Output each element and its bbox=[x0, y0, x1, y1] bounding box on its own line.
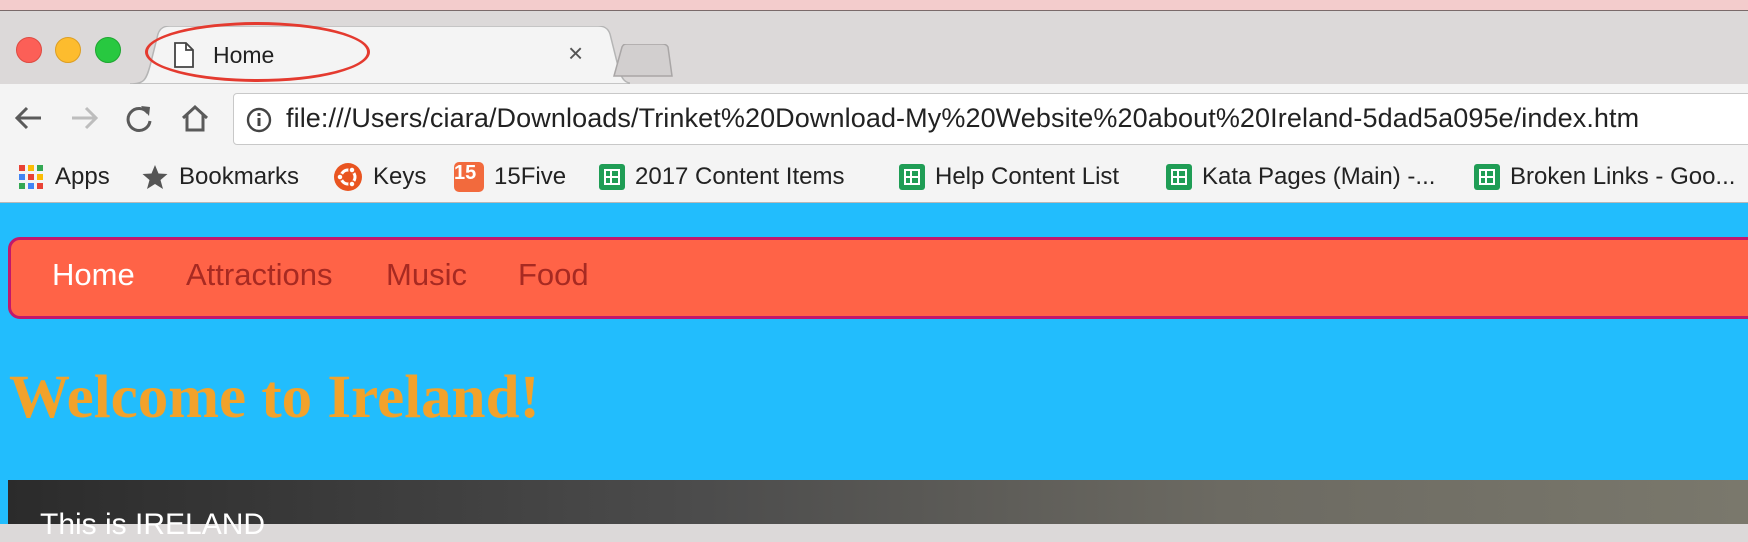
tab-close-icon[interactable]: × bbox=[568, 40, 583, 66]
bookmark-label: Apps bbox=[55, 163, 110, 190]
bookmark-label: Help Content List bbox=[935, 163, 1120, 190]
new-tab-button[interactable] bbox=[612, 44, 674, 78]
bookmark-label: Kata Pages (Main) -... bbox=[1202, 163, 1436, 190]
bookmark-kata-pages[interactable]: Kata Pages (Main) -... bbox=[1166, 162, 1435, 192]
fifteen-five-icon: 15 bbox=[454, 162, 484, 192]
annotation-circle bbox=[145, 22, 370, 82]
sheets-icon bbox=[599, 164, 625, 190]
bookmark-label: Broken Links - Goo... bbox=[1510, 163, 1736, 190]
nav-home[interactable]: Home bbox=[52, 257, 135, 293]
forward-arrow-icon[interactable] bbox=[68, 104, 100, 132]
bookmark-label: 2017 Content Items bbox=[635, 163, 845, 190]
hero-text: This is IRELAND bbox=[40, 508, 266, 541]
window-close-button[interactable] bbox=[16, 37, 42, 63]
bookmark-2017-content-items[interactable]: 2017 Content Items bbox=[599, 162, 844, 192]
apps-grid-icon bbox=[19, 165, 43, 189]
bookmark-apps[interactable]: Apps bbox=[17, 162, 110, 192]
bookmark-15five[interactable]: 15 15Five bbox=[454, 162, 566, 192]
star-icon bbox=[142, 165, 168, 189]
bookmark-label: Keys bbox=[373, 163, 427, 190]
window-minimize-button[interactable] bbox=[55, 37, 81, 63]
bookmark-help-content-list[interactable]: Help Content List bbox=[899, 162, 1119, 192]
home-icon[interactable] bbox=[180, 104, 210, 132]
bookmark-label: Bookmarks bbox=[179, 163, 300, 190]
nav-food[interactable]: Food bbox=[518, 257, 589, 293]
address-url[interactable]: file:///Users/ciara/Downloads/Trinket%20… bbox=[286, 103, 1639, 134]
bookmark-bookmarks[interactable]: Bookmarks bbox=[141, 162, 299, 192]
bookmark-broken-links[interactable]: Broken Links - Goo... bbox=[1474, 162, 1735, 192]
hero-image bbox=[8, 480, 1748, 524]
sheets-icon bbox=[1474, 164, 1500, 190]
nav-music[interactable]: Music bbox=[386, 257, 467, 293]
window-top-strip bbox=[0, 0, 1748, 11]
window-maximize-button[interactable] bbox=[95, 37, 121, 63]
bookmark-label: 15Five bbox=[494, 163, 567, 190]
reload-icon[interactable] bbox=[124, 104, 154, 134]
ubuntu-icon bbox=[334, 163, 362, 191]
back-arrow-icon[interactable] bbox=[13, 104, 45, 132]
info-icon[interactable] bbox=[246, 107, 272, 133]
bookmark-keys[interactable]: Keys bbox=[333, 162, 426, 192]
sheets-icon bbox=[899, 164, 925, 190]
page-heading: Welcome to Ireland! bbox=[9, 364, 540, 431]
sheets-icon bbox=[1166, 164, 1192, 190]
nav-attractions[interactable]: Attractions bbox=[186, 257, 332, 293]
